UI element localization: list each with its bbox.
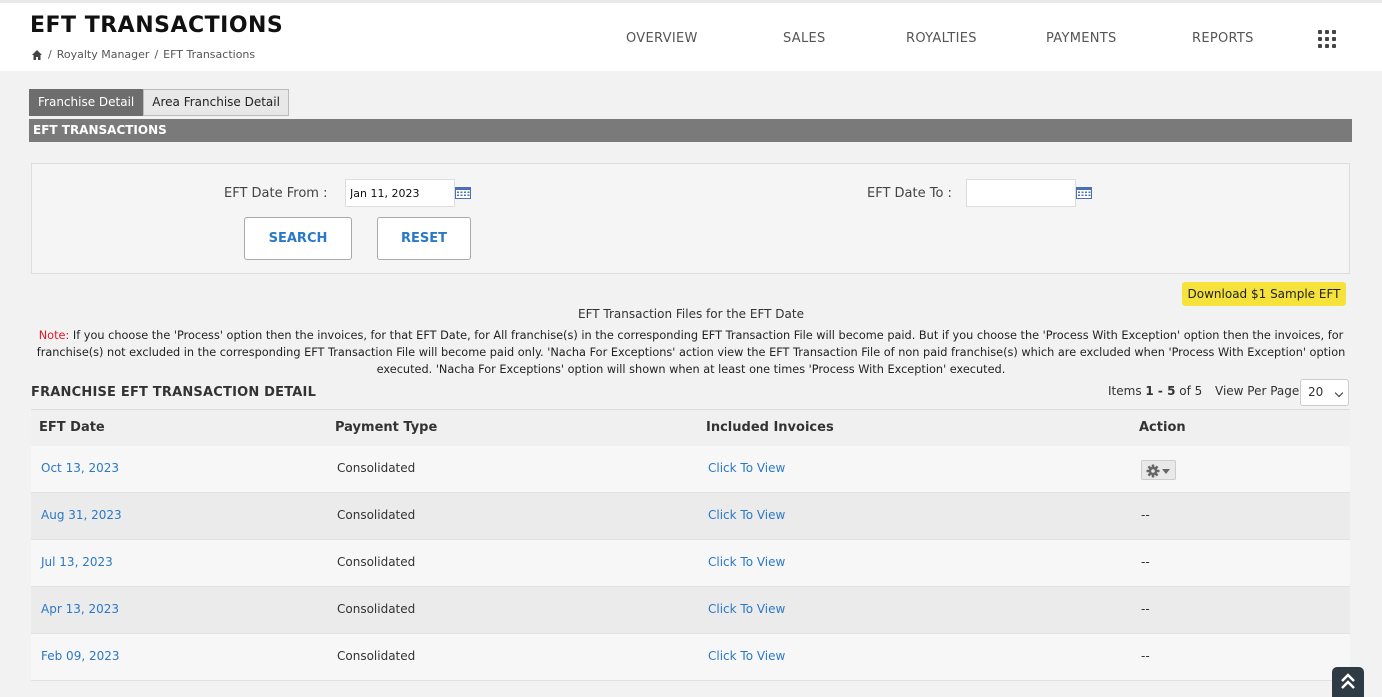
click-to-view-link[interactable]: Click To View (708, 555, 785, 569)
table-header: EFT Date Payment Type Included Invoices … (31, 409, 1350, 446)
tab-area-franchise-detail[interactable]: Area Franchise Detail (143, 89, 289, 116)
detail-tabs: Franchise Detail Area Franchise Detail (29, 89, 289, 116)
payment-type-cell: Consolidated (337, 555, 416, 569)
table-row: Aug 31, 2023 Consolidated Click To View … (31, 493, 1350, 540)
note-text: If you choose the 'Process' option then … (36, 329, 1346, 376)
nav-payments[interactable]: PAYMENTS (1046, 31, 1117, 46)
download-sample-eft-button[interactable]: Download $1 Sample EFT (1182, 282, 1346, 306)
top-header: EFT TRANSACTIONS / Royalty Manager / EFT… (0, 0, 1382, 71)
files-title: EFT Transaction Files for the EFT Date (578, 307, 804, 321)
eft-date-link[interactable]: Jul 13, 2023 (41, 555, 113, 569)
payment-type-cell: Consolidated (337, 461, 416, 475)
items-count: Items 1 - 5 of 5 (1108, 384, 1202, 398)
reset-button[interactable]: RESET (377, 217, 471, 260)
payment-type-cell: Consolidated (337, 602, 416, 616)
eft-transaction-table: EFT Date Payment Type Included Invoices … (31, 409, 1350, 681)
eft-date-link[interactable]: Aug 31, 2023 (41, 508, 122, 522)
tab-franchise-detail[interactable]: Franchise Detail (29, 89, 144, 116)
click-to-view-link[interactable]: Click To View (708, 649, 785, 663)
payment-type-cell: Consolidated (337, 508, 416, 522)
table-row: Jul 13, 2023 Consolidated Click To View … (31, 540, 1350, 587)
click-to-view-link[interactable]: Click To View (708, 602, 785, 616)
action-cell: -- (1141, 602, 1150, 616)
click-to-view-link[interactable]: Click To View (708, 461, 785, 475)
eft-date-link[interactable]: Oct 13, 2023 (41, 461, 119, 475)
column-included-invoices[interactable]: Included Invoices (706, 420, 834, 435)
view-per-page-select[interactable]: 20 (1300, 379, 1349, 406)
search-panel: EFT Date From : EFT Date To : SEARCH RES… (31, 163, 1350, 274)
column-eft-date[interactable]: EFT Date (39, 420, 105, 435)
nav-royalties[interactable]: ROYALTIES (906, 31, 977, 46)
chevron-down-icon (1334, 388, 1344, 398)
nav-sales[interactable]: SALES (783, 31, 826, 46)
eft-date-to-label: EFT Date To : (867, 186, 952, 201)
eft-date-link[interactable]: Feb 09, 2023 (41, 649, 120, 663)
nav-reports[interactable]: REPORTS (1192, 31, 1254, 46)
detail-section-title: FRANCHISE EFT TRANSACTION DETAIL (31, 385, 317, 400)
search-button[interactable]: SEARCH (244, 217, 352, 260)
action-cell: -- (1141, 508, 1150, 522)
nav-overview[interactable]: OVERVIEW (626, 31, 698, 46)
action-cell: -- (1141, 649, 1150, 663)
section-title-bar: EFT TRANSACTIONS (29, 119, 1352, 142)
calendar-icon[interactable] (1076, 187, 1092, 199)
double-chevron-up-icon (1341, 673, 1355, 689)
top-nav: OVERVIEW SALES ROYALTIES PAYMENTS REPORT… (0, 31, 1382, 51)
view-per-page-value: 20 (1308, 385, 1324, 399)
eft-date-from-label: EFT Date From : (224, 186, 328, 201)
items-total: of 5 (1175, 384, 1203, 398)
items-range: 1 - 5 (1145, 384, 1176, 398)
payment-type-cell: Consolidated (337, 649, 416, 663)
items-prefix: Items (1108, 384, 1146, 398)
table-row: Oct 13, 2023 Consolidated Click To View (31, 446, 1350, 493)
action-menu-button[interactable] (1141, 460, 1176, 480)
eft-date-to-input[interactable] (966, 179, 1076, 207)
eft-date-link[interactable]: Apr 13, 2023 (41, 602, 119, 616)
column-payment-type[interactable]: Payment Type (335, 420, 437, 435)
table-row: Apr 13, 2023 Consolidated Click To View … (31, 587, 1350, 634)
scroll-to-top-button[interactable] (1332, 667, 1364, 697)
calendar-icon[interactable] (455, 187, 471, 199)
note-label: Note: (38, 329, 70, 342)
click-to-view-link[interactable]: Click To View (708, 508, 785, 522)
table-row: Feb 09, 2023 Consolidated Click To View … (31, 634, 1350, 681)
view-per-page-label: View Per Page (1215, 384, 1300, 398)
column-action: Action (1139, 420, 1186, 435)
action-cell: -- (1141, 555, 1150, 569)
apps-grid-icon[interactable] (1318, 30, 1336, 48)
eft-date-from-input[interactable] (345, 179, 455, 207)
process-note: Note: If you choose the 'Process' option… (30, 327, 1352, 378)
gear-icon (1146, 464, 1170, 478)
